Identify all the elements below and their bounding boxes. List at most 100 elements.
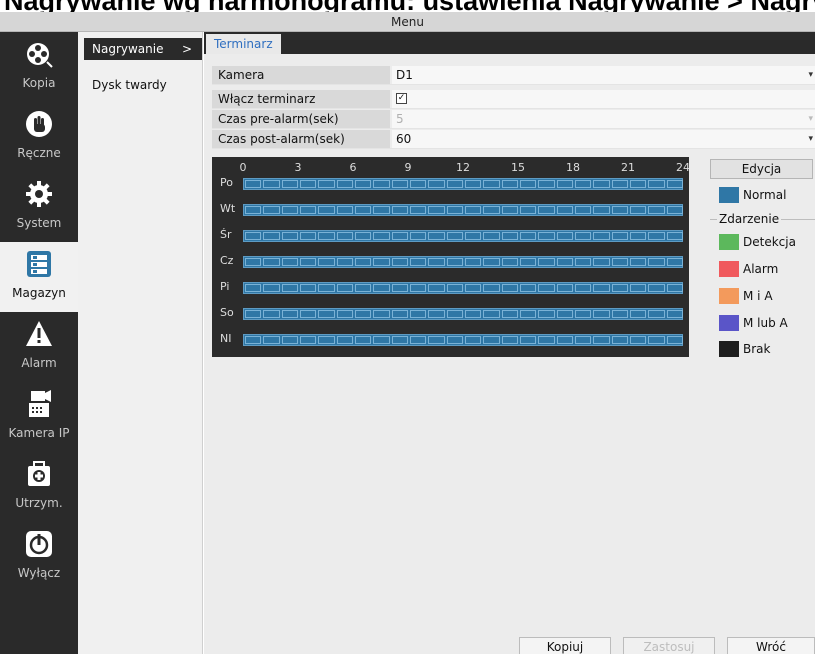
schedule-hour-cell[interactable] xyxy=(483,258,500,266)
schedule-hour-cell[interactable] xyxy=(410,206,427,214)
schedule-hour-cell[interactable] xyxy=(666,258,683,266)
schedule-hour-cell[interactable] xyxy=(300,206,317,214)
schedule-hour-cell[interactable] xyxy=(336,232,353,240)
schedule-hour-cell[interactable] xyxy=(611,258,628,266)
legend-normal[interactable]: Normal xyxy=(719,187,815,203)
schedule-hour-cell[interactable] xyxy=(556,336,573,344)
schedule-hour-cell[interactable] xyxy=(593,310,610,318)
schedule-hour-cell[interactable] xyxy=(281,206,298,214)
schedule-hour-cell[interactable] xyxy=(263,310,280,318)
schedule-hour-cell[interactable] xyxy=(666,232,683,240)
schedule-hour-cell[interactable] xyxy=(575,258,592,266)
schedule-hour-cell[interactable] xyxy=(446,284,463,292)
schedule-hour-cell[interactable] xyxy=(611,284,628,292)
legend-detekcja[interactable]: Detekcja xyxy=(719,234,815,250)
schedule-hour-cell[interactable] xyxy=(483,310,500,318)
edycja-button[interactable]: Edycja xyxy=(710,159,813,179)
schedule-hour-cell[interactable] xyxy=(630,180,647,188)
legend-m-lub-a[interactable]: M lub A xyxy=(719,315,815,331)
schedule-hour-cell[interactable] xyxy=(245,310,262,318)
schedule-hour-cell[interactable] xyxy=(446,232,463,240)
schedule-hour-cell[interactable] xyxy=(336,206,353,214)
schedule-hour-cell[interactable] xyxy=(611,180,628,188)
wroc-button[interactable]: Wróć xyxy=(727,637,815,654)
schedule-hour-cell[interactable] xyxy=(465,284,482,292)
schedule-hour-cell[interactable] xyxy=(446,180,463,188)
schedule-hour-cell[interactable] xyxy=(520,310,537,318)
schedule-hour-cell[interactable] xyxy=(355,258,372,266)
schedule-hour-cell[interactable] xyxy=(355,336,372,344)
schedule-hour-cell[interactable] xyxy=(648,336,665,344)
day-timeline[interactable] xyxy=(243,256,683,268)
schedule-hour-cell[interactable] xyxy=(538,258,555,266)
nav-item-utrzym[interactable]: Utrzym. xyxy=(0,452,78,522)
schedule-hour-cell[interactable] xyxy=(355,284,372,292)
schedule-hour-cell[interactable] xyxy=(520,206,537,214)
schedule-hour-cell[interactable] xyxy=(245,206,262,214)
schedule-hour-cell[interactable] xyxy=(593,284,610,292)
schedule-hour-cell[interactable] xyxy=(318,310,335,318)
schedule-hour-cell[interactable] xyxy=(666,284,683,292)
schedule-hour-cell[interactable] xyxy=(483,232,500,240)
schedule-hour-cell[interactable] xyxy=(666,310,683,318)
schedule-hour-cell[interactable] xyxy=(263,284,280,292)
schedule-hour-cell[interactable] xyxy=(428,258,445,266)
schedule-hour-cell[interactable] xyxy=(630,206,647,214)
schedule-hour-cell[interactable] xyxy=(648,206,665,214)
tab-terminarz[interactable]: Terminarz xyxy=(206,34,281,54)
schedule-hour-cell[interactable] xyxy=(611,336,628,344)
schedule-hour-cell[interactable] xyxy=(611,206,628,214)
schedule-hour-cell[interactable] xyxy=(336,284,353,292)
schedule-hour-cell[interactable] xyxy=(446,310,463,318)
schedule-hour-cell[interactable] xyxy=(446,258,463,266)
schedule-hour-cell[interactable] xyxy=(373,206,390,214)
schedule-hour-cell[interactable] xyxy=(245,336,262,344)
nav-item-kamera-ip[interactable]: Kamera IP xyxy=(0,382,78,452)
schedule-hour-cell[interactable] xyxy=(300,232,317,240)
day-timeline[interactable] xyxy=(243,282,683,294)
schedule-hour-cell[interactable] xyxy=(556,180,573,188)
schedule-hour-cell[interactable] xyxy=(465,232,482,240)
schedule-hour-cell[interactable] xyxy=(593,232,610,240)
schedule-hour-cell[interactable] xyxy=(281,310,298,318)
schedule-hour-cell[interactable] xyxy=(391,206,408,214)
schedule-hour-cell[interactable] xyxy=(318,258,335,266)
schedule-hour-cell[interactable] xyxy=(648,310,665,318)
schedule-hour-cell[interactable] xyxy=(538,336,555,344)
schedule-hour-cell[interactable] xyxy=(245,232,262,240)
schedule-hour-cell[interactable] xyxy=(630,258,647,266)
schedule-hour-cell[interactable] xyxy=(593,258,610,266)
legend-brak[interactable]: Brak xyxy=(719,341,815,357)
schedule-hour-cell[interactable] xyxy=(336,258,353,266)
schedule-hour-cell[interactable] xyxy=(501,258,518,266)
schedule-hour-cell[interactable] xyxy=(318,180,335,188)
nav-item-wylacz[interactable]: Wyłącz xyxy=(0,522,78,592)
schedule-hour-cell[interactable] xyxy=(355,180,372,188)
schedule-hour-cell[interactable] xyxy=(483,180,500,188)
schedule-hour-cell[interactable] xyxy=(501,310,518,318)
day-timeline[interactable] xyxy=(243,204,683,216)
schedule-hour-cell[interactable] xyxy=(465,206,482,214)
schedule-hour-cell[interactable] xyxy=(465,180,482,188)
schedule-hour-cell[interactable] xyxy=(556,284,573,292)
schedule-hour-cell[interactable] xyxy=(556,206,573,214)
schedule-hour-cell[interactable] xyxy=(611,310,628,318)
schedule-hour-cell[interactable] xyxy=(465,310,482,318)
schedule-hour-cell[interactable] xyxy=(556,232,573,240)
schedule-hour-cell[interactable] xyxy=(666,336,683,344)
schedule-hour-cell[interactable] xyxy=(391,284,408,292)
schedule-hour-cell[interactable] xyxy=(538,310,555,318)
schedule-hour-cell[interactable] xyxy=(428,206,445,214)
schedule-hour-cell[interactable] xyxy=(410,284,427,292)
schedule-hour-cell[interactable] xyxy=(300,336,317,344)
schedule-hour-cell[interactable] xyxy=(245,284,262,292)
schedule-hour-cell[interactable] xyxy=(501,232,518,240)
schedule-hour-cell[interactable] xyxy=(483,284,500,292)
schedule-hour-cell[interactable] xyxy=(300,180,317,188)
schedule-hour-cell[interactable] xyxy=(538,206,555,214)
schedule-hour-cell[interactable] xyxy=(410,232,427,240)
schedule-hour-cell[interactable] xyxy=(391,180,408,188)
schedule-hour-cell[interactable] xyxy=(630,310,647,318)
schedule-hour-cell[interactable] xyxy=(318,232,335,240)
schedule-hour-cell[interactable] xyxy=(373,336,390,344)
